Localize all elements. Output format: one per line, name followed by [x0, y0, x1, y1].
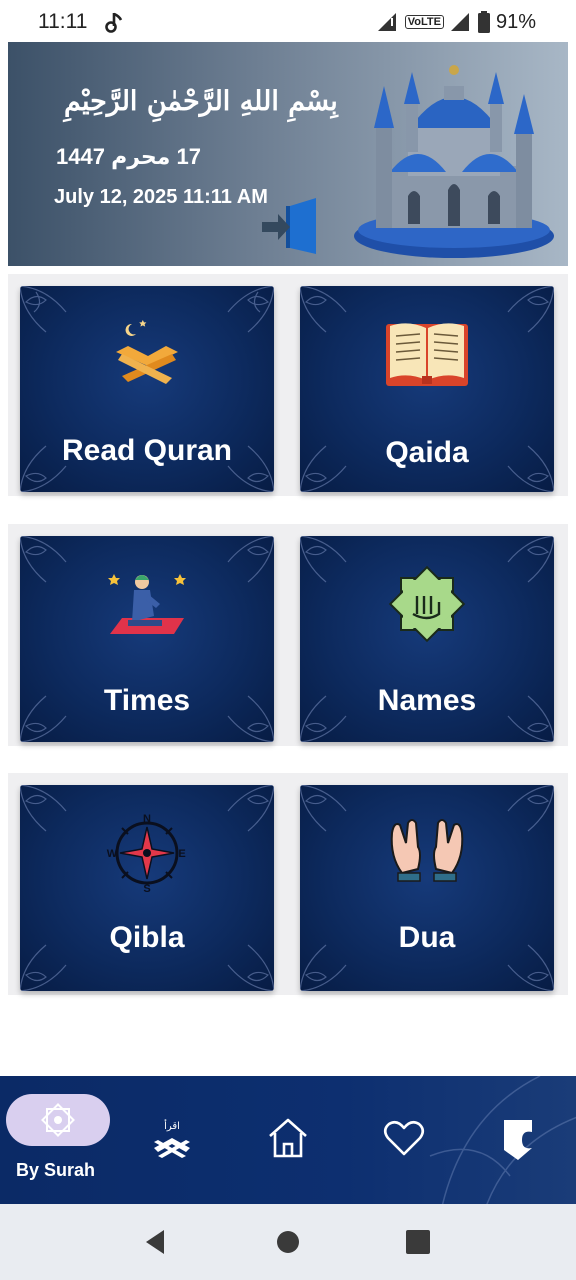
hijri-date: 17 محرم 1447 [56, 144, 201, 169]
home-icon[interactable] [266, 1116, 310, 1160]
qaida-card[interactable]: Qaida [300, 286, 554, 492]
ornament [300, 536, 347, 583]
battery-icon [477, 11, 490, 33]
compass-n-letter: N [143, 813, 151, 825]
signal-icon [377, 13, 396, 31]
login-icon[interactable] [260, 192, 326, 258]
home-button[interactable] [274, 1228, 302, 1256]
compass-e-letter: E [178, 848, 185, 860]
dua-hands-icon [390, 819, 464, 882]
praying-man-icon [108, 574, 186, 634]
by-surah-tab[interactable] [6, 1094, 110, 1146]
status-left: 11:11 [38, 10, 125, 34]
back-button[interactable] [142, 1228, 170, 1256]
ornament [20, 536, 67, 583]
battery-level: 91% [495, 10, 536, 33]
times-label: Times [103, 684, 191, 717]
dua-label: Dua [398, 921, 456, 954]
signal-icon-2 [450, 13, 469, 31]
read-glyph: اقرأ [164, 1119, 180, 1132]
quran-stand-icon [116, 320, 178, 384]
status-bar: 11:11 VoLTE 91% [0, 0, 576, 44]
volte-badge: VoLTE [404, 15, 444, 29]
mosque-illustration [354, 65, 554, 258]
bismillah-text: بِسْمِ اللهِ الرَّحْمٰنِ الرَّحِيْمِ [64, 86, 338, 117]
qaida-label: Qaida [385, 436, 469, 469]
recents-button[interactable] [404, 1228, 432, 1256]
qibla-card[interactable]: N E S W Qibla [20, 785, 274, 991]
status-right: VoLTE 91% [377, 11, 536, 34]
names-card[interactable]: Names [300, 536, 554, 742]
ornament [227, 785, 274, 832]
ornament [507, 536, 554, 583]
ornament [227, 286, 274, 333]
menu-row-1: Read Quran Qaida [8, 274, 568, 496]
dua-card[interactable]: Dua [300, 785, 554, 991]
gregorian-datetime: July 12, 2025 11:11 AM [54, 186, 268, 208]
compass-w-letter: W [107, 848, 118, 860]
status-time: 11:11 [38, 10, 88, 33]
music-note-icon [105, 12, 123, 33]
ornament [507, 286, 554, 333]
header-banner: بِسْمِ اللهِ الرَّحْمٰنِ الرَّحِيْمِ 17 … [8, 42, 568, 266]
read-quran-label: Read Quran [61, 434, 233, 467]
bottom-navigation: By Surah اقرأ [0, 1076, 576, 1204]
times-card[interactable]: Times [20, 536, 274, 742]
compass-s-letter: S [143, 883, 150, 893]
qibla-label: Qibla [109, 921, 185, 954]
ornament [300, 785, 347, 832]
read-quran-card[interactable]: Read Quran [20, 286, 274, 492]
bookmark-icon[interactable] [498, 1116, 542, 1160]
allah-star-icon [388, 565, 466, 643]
read-quran-nav-icon[interactable]: اقرأ [150, 1116, 194, 1160]
menu-row-2: Times Names [8, 524, 568, 746]
ornament [507, 785, 554, 832]
ornament [20, 785, 67, 832]
ornament [300, 286, 347, 333]
ornament [227, 536, 274, 583]
menu-row-3: N E S W Qibla Dua [8, 773, 568, 995]
compass-icon: N E S W [107, 813, 186, 893]
by-surah-label: By Surah [16, 1160, 96, 1180]
open-book-icon [386, 323, 468, 386]
heart-icon[interactable] [382, 1116, 426, 1160]
system-navigation-bar [0, 1204, 576, 1280]
ornament [20, 286, 67, 333]
by-surah-icon [41, 1103, 75, 1137]
names-label: Names [377, 684, 477, 717]
